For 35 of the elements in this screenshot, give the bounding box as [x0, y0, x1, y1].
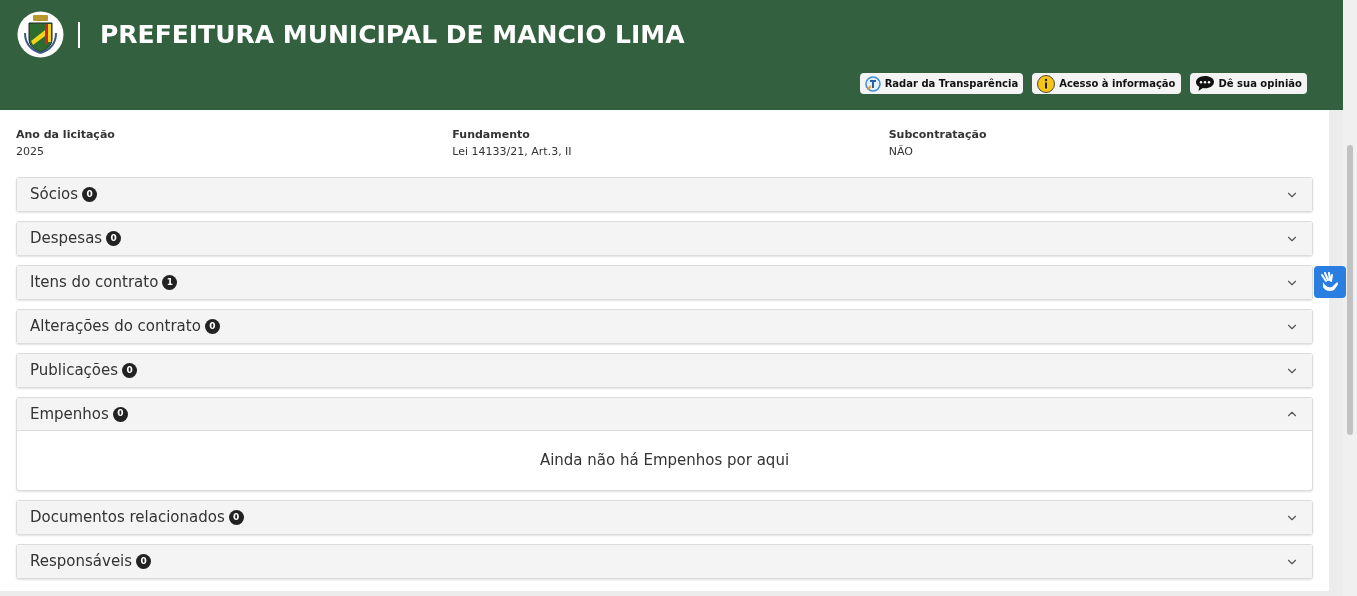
field-value: NÃO — [888, 144, 914, 160]
count-badge: 0 — [228, 510, 244, 525]
field-value: Lei 14133/21, Art.3, II — [452, 144, 573, 160]
accordion-header[interactable]: Documentos relacionados 0 — [17, 501, 1312, 534]
empty-message: Ainda não há Empenhos por aqui — [539, 450, 790, 472]
header-link-button[interactable]: Radar da Transparência — [859, 73, 1024, 94]
accordion-header[interactable]: Itens do contrato 1 — [17, 266, 1312, 299]
field-label: Subcontratação — [888, 127, 988, 143]
info-icon — [1037, 74, 1056, 93]
hands-icon — [1319, 272, 1341, 292]
count-badge: 0 — [122, 363, 138, 378]
accordion-header[interactable]: Publicações 0 — [17, 354, 1312, 387]
title-divider — [78, 21, 80, 48]
scrollbar[interactable] — [1343, 0, 1357, 596]
accordion-header[interactable]: Despesas 0 — [17, 222, 1312, 255]
count-badge: 0 — [112, 406, 128, 422]
accordion-header[interactable]: Empenhos 0 — [17, 398, 1312, 431]
count-badge: 0 — [106, 231, 122, 246]
field-label: Ano da licitação — [16, 127, 116, 143]
field-label: Fundamento — [452, 127, 531, 143]
count-badge: 1 — [162, 275, 178, 290]
count-badge: 0 — [136, 554, 152, 569]
count-badge: 0 — [82, 187, 98, 202]
count-badge: 0 — [204, 319, 220, 334]
field-value: 2025 — [16, 144, 45, 160]
header-link-button[interactable]: Acesso à informação — [1032, 73, 1181, 94]
accordion-header[interactable]: Alterações do contrato 0 — [17, 310, 1312, 343]
header-link-button[interactable]: Dê sua opinião — [1189, 73, 1307, 94]
site-title: PREFEITURA MUNICIPAL DE MANCIO LIMA — [100, 18, 685, 51]
accordion-header[interactable]: Responsáveis 0 — [17, 545, 1312, 578]
radar-icon — [864, 75, 881, 92]
speech-bubble-icon — [1194, 75, 1215, 92]
sign-language-button[interactable] — [1314, 266, 1346, 298]
coat-of-arms-logo — [17, 11, 64, 58]
accordion-header[interactable]: Sócios 0 — [17, 178, 1312, 211]
